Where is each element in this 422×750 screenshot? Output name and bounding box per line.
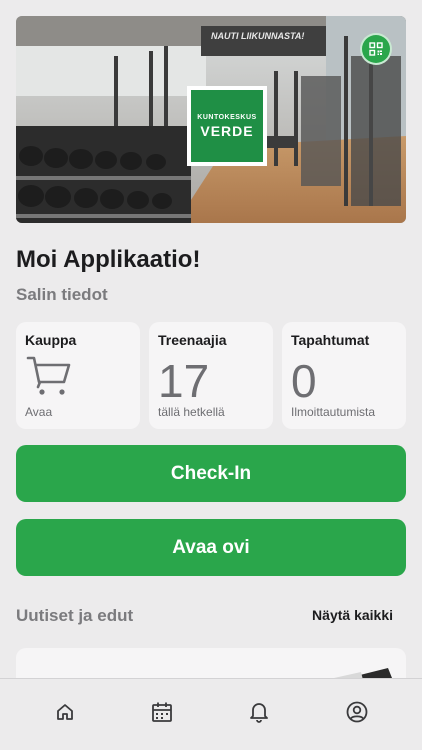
events-card-caption: Ilmoittautumista <box>291 405 376 419</box>
home-icon <box>57 704 73 720</box>
cart-icon <box>26 356 71 395</box>
trainees-card-caption: tällä hetkellä <box>158 405 225 419</box>
gym-hero-image: NAUTI LIIKUNNASTA! KUNTOKESKUS VERDE <box>16 16 406 223</box>
greeting-title: Moi Applikaatio! <box>16 246 201 273</box>
events-card[interactable]: Tapahtumat 0 Ilmoittautumista <box>282 322 406 429</box>
events-card-title: Tapahtumat <box>291 332 370 348</box>
profile-icon <box>346 701 368 723</box>
bell-icon <box>250 703 268 723</box>
tab-profile[interactable] <box>344 699 370 725</box>
tab-notifications[interactable] <box>246 699 272 725</box>
shop-card-title: Kauppa <box>25 332 77 348</box>
logo-title: VERDE <box>200 122 254 139</box>
show-all-news-link[interactable]: Näytä kaikki <box>312 607 393 623</box>
bottom-tab-bar <box>0 678 422 750</box>
trainees-card[interactable]: Treenaajia 17 tällä hetkellä <box>149 322 273 429</box>
events-count: 0 <box>291 355 317 407</box>
tab-calendar[interactable] <box>149 699 175 725</box>
trainees-count: 17 <box>158 355 210 407</box>
calendar-icon <box>152 702 172 722</box>
home-screen: NAUTI LIIKUNNASTA! KUNTOKESKUS VERDE Moi… <box>0 0 422 750</box>
qr-code-button[interactable] <box>360 33 392 65</box>
shop-card[interactable]: Kauppa Avaa <box>16 322 140 429</box>
logo-subtitle: KUNTOKESKUS <box>197 113 257 121</box>
gym-info-heading: Salin tiedot <box>16 285 108 304</box>
news-heading: Uutiset ja edut <box>16 606 134 625</box>
shop-card-action: Avaa <box>25 405 53 419</box>
gym-logo: KUNTOKESKUS VERDE <box>187 86 267 166</box>
wall-slogan: NAUTI LIIKUNNASTA! <box>211 31 304 41</box>
tab-home[interactable] <box>52 699 78 725</box>
qr-code-icon <box>369 42 383 56</box>
check-in-button[interactable]: Check-In <box>16 445 406 502</box>
open-door-button[interactable]: Avaa ovi <box>16 519 406 576</box>
trainees-card-title: Treenaajia <box>158 332 227 348</box>
